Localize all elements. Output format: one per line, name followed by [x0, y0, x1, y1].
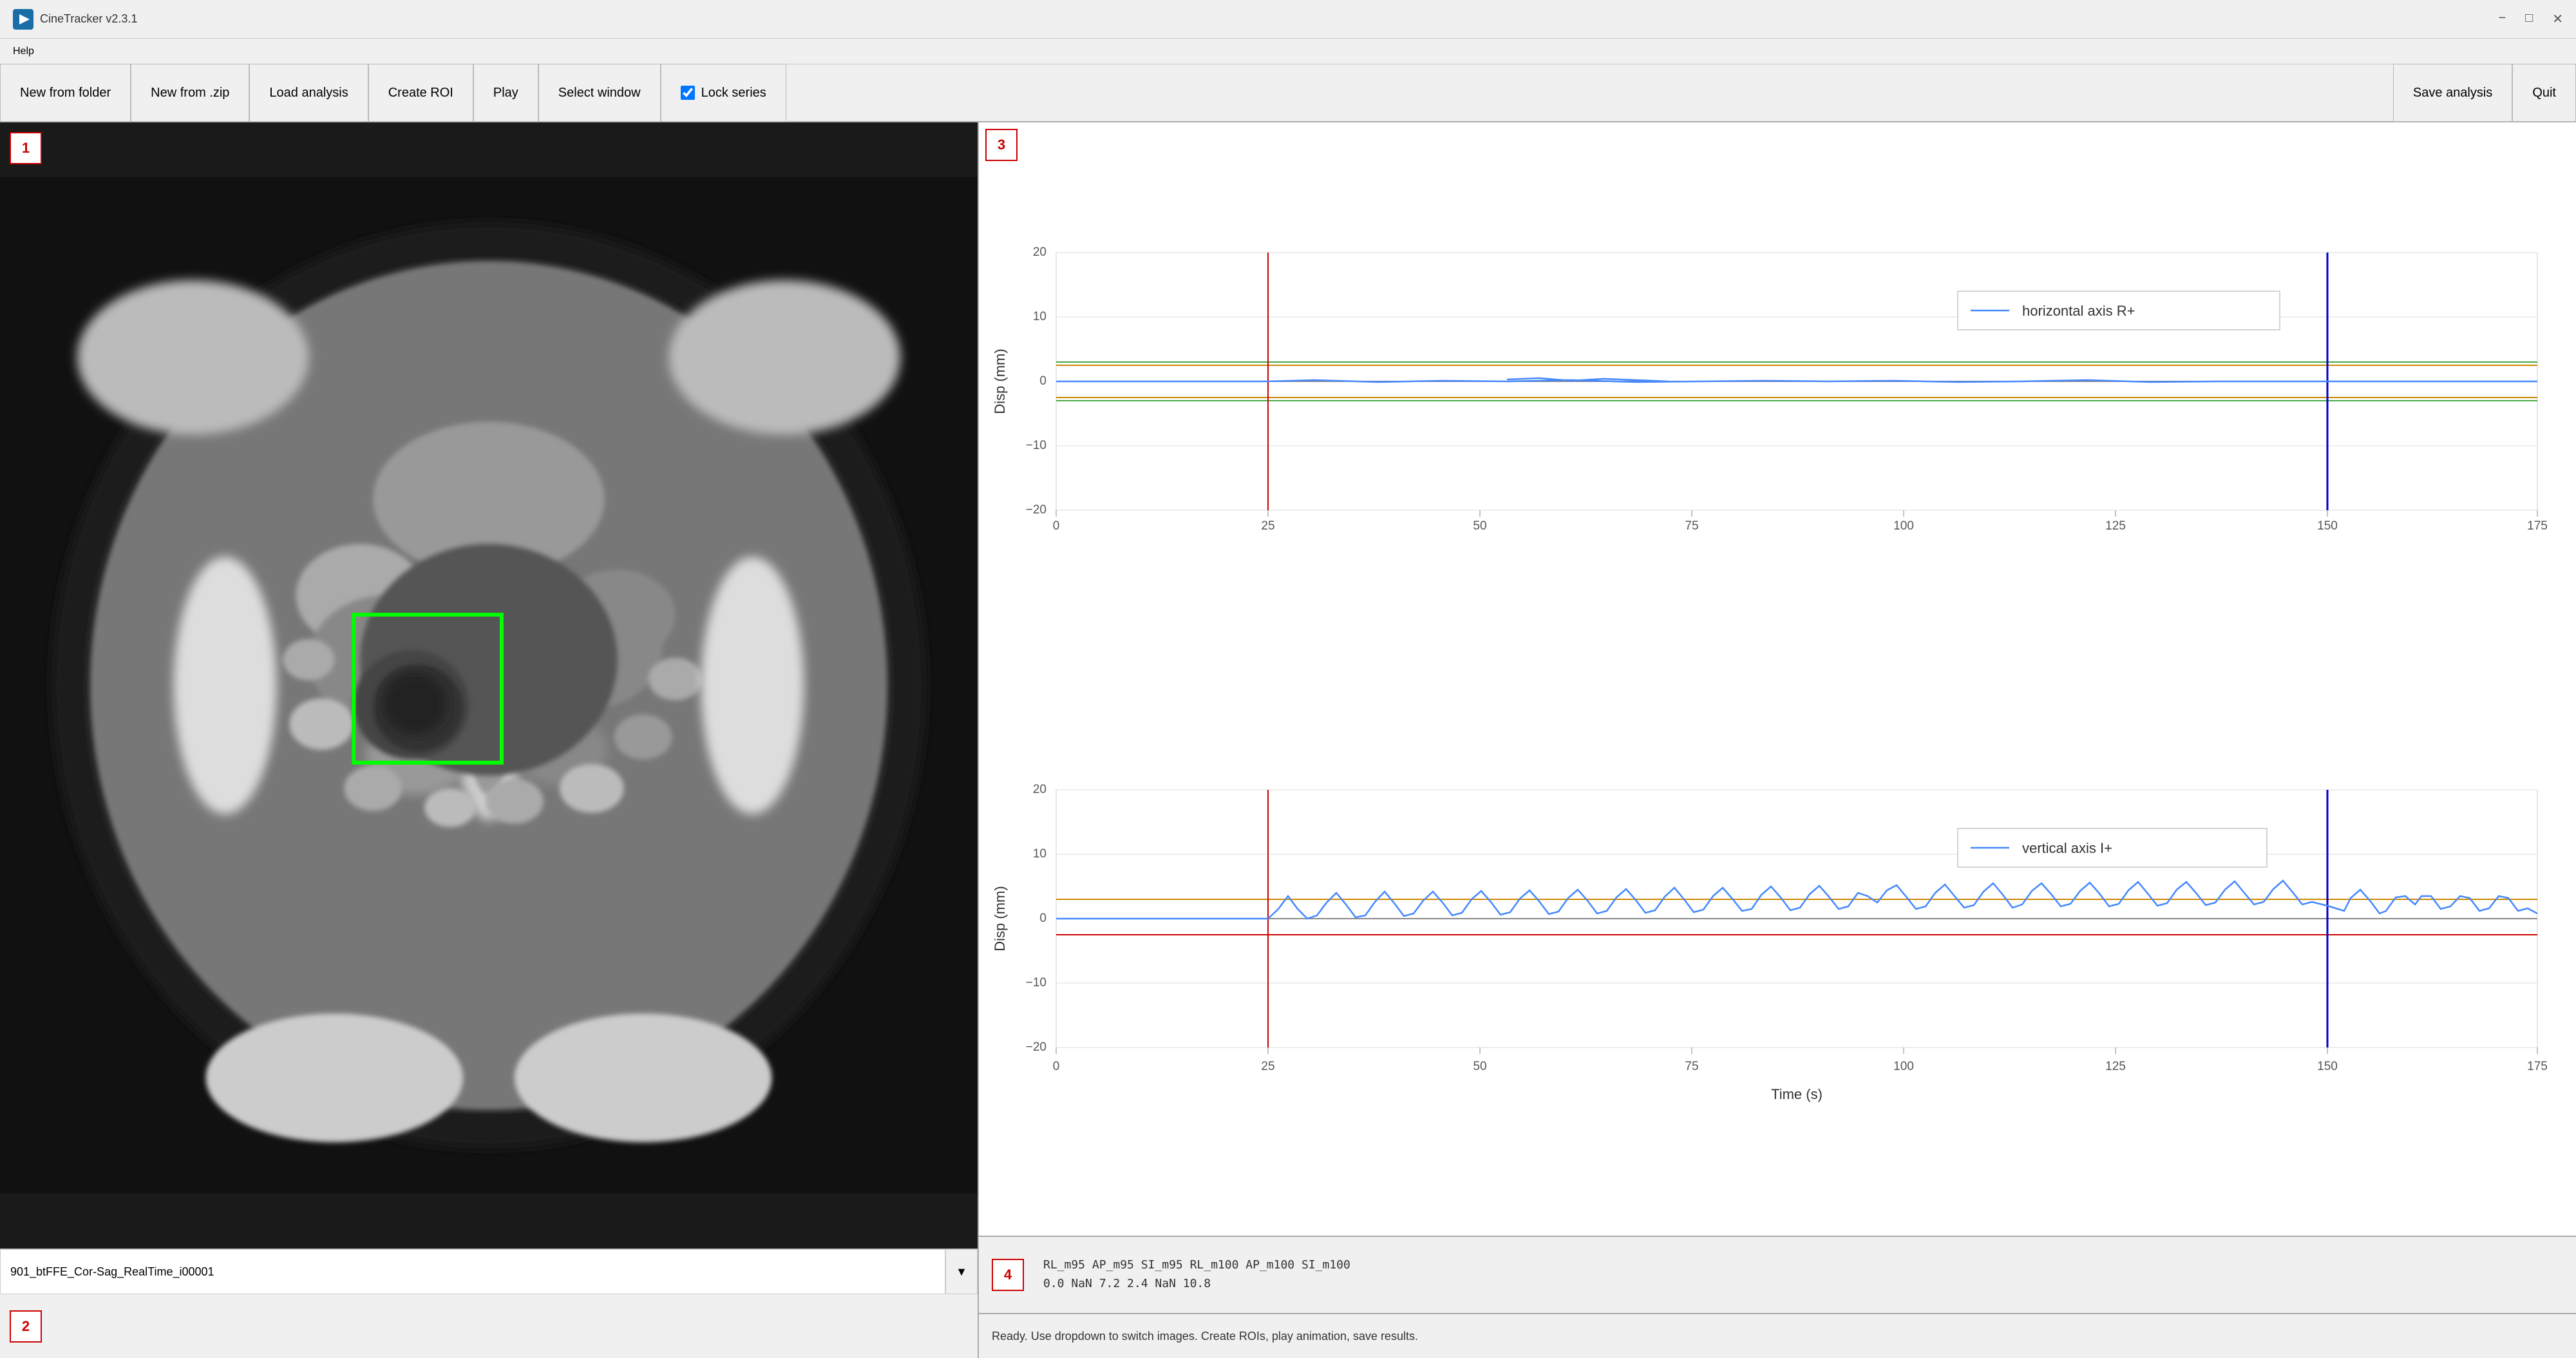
svg-text:75: 75	[1685, 519, 1698, 533]
quit-button[interactable]: Quit	[2512, 64, 2576, 122]
window-controls: − □ ✕	[2498, 11, 2563, 27]
status-text: Ready. Use dropdown to switch images. Cr…	[992, 1330, 1418, 1343]
charts-area: 3	[979, 122, 2576, 1236]
svg-text:−10: −10	[1026, 976, 1046, 990]
app-icon	[13, 9, 33, 30]
svg-text:100: 100	[1893, 1060, 1914, 1073]
toolbar: New from folder New from .zip Load analy…	[0, 64, 2576, 122]
svg-text:0: 0	[1039, 374, 1046, 388]
chart2-wrapper: vertical axis I+ 20 10 0 −10 −20 0 25 50…	[979, 679, 2576, 1236]
panel1-label: 1	[10, 132, 42, 164]
svg-text:20: 20	[1033, 245, 1046, 259]
chart1-svg: horizontal axis R+ 20 10 0 −10 −20 0 25 …	[979, 122, 2576, 679]
stats-content: RL_m95 AP_m95 SI_m95 RL_m100 AP_m100 SI_…	[1043, 1256, 1350, 1294]
new-from-folder-button[interactable]: New from folder	[0, 64, 131, 122]
svg-text:20: 20	[1033, 783, 1046, 796]
minimize-button[interactable]: −	[2498, 11, 2506, 27]
menu-bar: Help	[0, 39, 2576, 64]
panel2-area: 2	[0, 1294, 978, 1358]
panel2-label: 2	[10, 1310, 42, 1343]
lock-series-label: Lock series	[701, 86, 766, 100]
svg-text:10: 10	[1033, 847, 1046, 861]
svg-text:75: 75	[1685, 1060, 1698, 1073]
svg-text:horizontal axis R+: horizontal axis R+	[2022, 303, 2135, 319]
menu-help[interactable]: Help	[13, 46, 34, 57]
svg-text:0: 0	[1053, 519, 1060, 533]
svg-text:Disp (mm): Disp (mm)	[992, 349, 1008, 414]
save-analysis-button[interactable]: Save analysis	[2393, 64, 2512, 122]
right-panel: 3	[979, 122, 2576, 1358]
svg-text:25: 25	[1261, 519, 1274, 533]
svg-text:50: 50	[1473, 519, 1486, 533]
svg-text:150: 150	[2317, 519, 2338, 533]
main-content: 1	[0, 122, 2576, 1358]
play-button[interactable]: Play	[473, 64, 538, 122]
dropdown-arrow-icon[interactable]: ▼	[945, 1249, 978, 1294]
svg-text:−20: −20	[1026, 503, 1046, 517]
svg-text:vertical axis I+: vertical axis I+	[2022, 840, 2112, 856]
status-bar: Ready. Use dropdown to switch images. Cr…	[979, 1313, 2576, 1358]
bottom-bar: ▼	[0, 1248, 978, 1294]
svg-text:0: 0	[1053, 1060, 1060, 1073]
svg-text:125: 125	[2105, 1060, 2126, 1073]
close-button[interactable]: ✕	[2552, 11, 2563, 27]
chart2-svg: vertical axis I+ 20 10 0 −10 −20 0 25 50…	[979, 679, 2576, 1236]
load-analysis-button[interactable]: Load analysis	[249, 64, 368, 122]
stats-values: 0.0 NaN 7.2 2.4 NaN 10.8	[1043, 1275, 1350, 1294]
svg-text:10: 10	[1033, 310, 1046, 323]
charts-container: horizontal axis R+ 20 10 0 −10 −20 0 25 …	[979, 122, 2576, 1236]
image-area[interactable]: 1	[0, 122, 978, 1248]
select-window-button[interactable]: Select window	[538, 64, 661, 122]
svg-text:−20: −20	[1026, 1040, 1046, 1054]
stats-headers: RL_m95 AP_m95 SI_m95 RL_m100 AP_m100 SI_…	[1043, 1256, 1350, 1275]
maximize-button[interactable]: □	[2525, 11, 2533, 27]
svg-text:50: 50	[1473, 1060, 1486, 1073]
stats-bar: 4 RL_m95 AP_m95 SI_m95 RL_m100 AP_m100 S…	[979, 1236, 2576, 1313]
panel3-label: 3	[985, 129, 1018, 161]
svg-text:−10: −10	[1026, 439, 1046, 452]
chart1-wrapper: horizontal axis R+ 20 10 0 −10 −20 0 25 …	[979, 122, 2576, 679]
svg-text:Disp (mm): Disp (mm)	[992, 886, 1008, 951]
create-roi-button[interactable]: Create ROI	[368, 64, 473, 122]
image-selector[interactable]	[0, 1249, 945, 1294]
svg-text:100: 100	[1893, 519, 1914, 533]
svg-text:25: 25	[1261, 1060, 1274, 1073]
lock-series-checkbox[interactable]: Lock series	[661, 64, 786, 122]
svg-text:150: 150	[2317, 1060, 2338, 1073]
lock-series-input[interactable]	[681, 86, 695, 100]
mri-image	[0, 122, 978, 1248]
svg-text:175: 175	[2527, 1060, 2548, 1073]
app-title: CineTracker v2.3.1	[40, 12, 137, 26]
left-panel: 1	[0, 122, 979, 1358]
new-from-zip-button[interactable]: New from .zip	[131, 64, 249, 122]
svg-text:125: 125	[2105, 519, 2126, 533]
title-bar: CineTracker v2.3.1 − □ ✕	[0, 0, 2576, 39]
svg-text:Time (s): Time (s)	[1771, 1086, 1823, 1102]
svg-text:175: 175	[2527, 519, 2548, 533]
svg-text:0: 0	[1039, 912, 1046, 925]
panel4-label: 4	[992, 1259, 1024, 1291]
